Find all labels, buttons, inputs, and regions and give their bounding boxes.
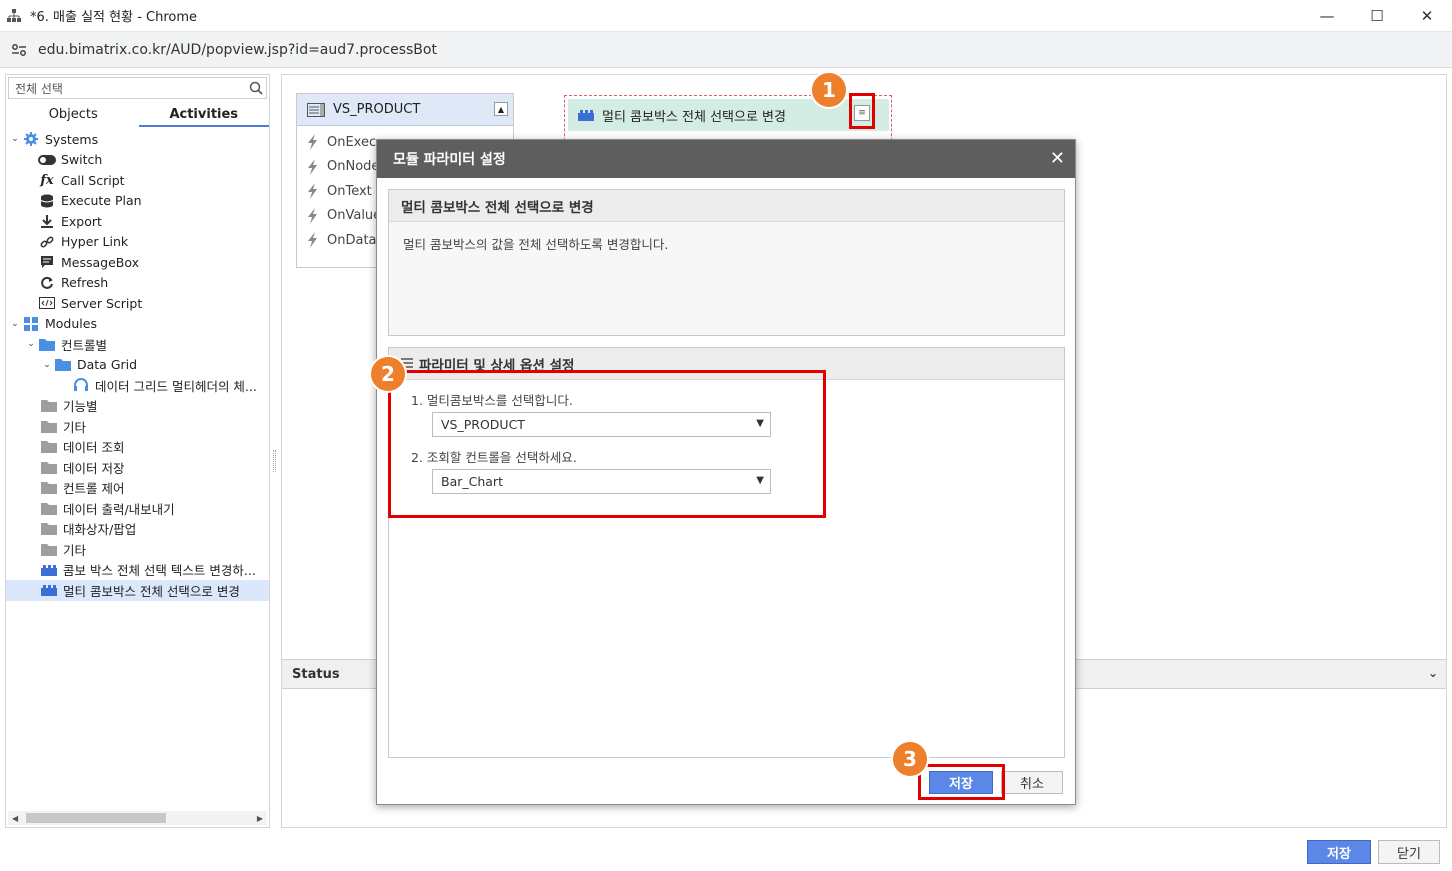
scrollbar-thumb[interactable] [26,813,166,823]
message-icon [38,255,56,269]
horizontal-scrollbar[interactable]: ◀ ▶ [8,811,267,825]
activities-panel: Objects Activities ⌄Systems Switch fxCal… [5,74,270,828]
chevron-down-icon[interactable]: ⌄ [10,319,20,329]
tree-item-by-control[interactable]: ⌄ 컨트롤별 [6,334,269,355]
chevron-down-icon[interactable]: ⌄ [26,339,36,349]
window-title: *6. 매출 실적 현황 - Chrome [30,10,198,25]
grid-icon [22,316,40,331]
tree-item-by-function[interactable]: 기능별 [6,396,269,417]
step-badge-2: 2 [369,355,407,393]
lightning-icon [307,207,319,224]
step-badge-3: 3 [891,740,929,778]
headset-icon [72,378,90,392]
tree-item-dialog-popup[interactable]: 대화상자/팝업 [6,519,269,540]
chevron-down-icon[interactable]: ⌄ [1428,666,1438,680]
lightning-icon [307,232,319,249]
tree-item-grid-multiheader[interactable]: 데이터 그리드 멀티헤더의 체... [6,375,269,396]
close-icon[interactable]: ✕ [1050,148,1065,169]
dialog-cancel-button[interactable]: 취소 [1001,771,1063,794]
maximize-button[interactable]: ☐ [1352,0,1402,32]
search-input[interactable] [9,81,246,95]
tree-item-systems[interactable]: ⌄ Systems [6,129,269,150]
search-box [8,77,267,99]
module-description: 멀티 콤보박스의 값을 전체 선택하도록 변경합니다. [403,237,669,252]
folder-icon [40,522,58,536]
activity-tree: ⌄ Systems Switch fx Call Script Execute Pl… [6,129,269,601]
minimize-button[interactable]: — [1302,0,1352,32]
folder-icon [40,399,58,413]
tree-item-modules[interactable]: ⌄ Modules [6,314,269,335]
object-node-header[interactable]: VS_PRODUCT ▲ [297,94,513,126]
site-settings-icon[interactable] [10,41,28,59]
tree-item-call-script[interactable]: fx Call Script [6,170,269,191]
footer-save-button[interactable]: 저장 [1307,840,1371,864]
folder-icon [40,501,58,515]
module-icon [578,109,594,121]
tree-item-refresh[interactable]: Refresh [6,273,269,294]
toggle-icon [38,153,56,167]
tree-item-combo-select-all-text[interactable]: 콤보 박스 전체 선택 텍스트 변경하... [6,560,269,581]
combobox-icon [307,102,325,117]
tree-item-execute-plan[interactable]: Execute Plan [6,191,269,212]
dialog-title: 모듈 파라미터 설정 [377,140,1075,178]
tree-item-data-query[interactable]: 데이터 조회 [6,437,269,458]
module-info-section: 멀티 콤보박스 전체 선택으로 변경 멀티 콤보박스의 값을 전체 선택하도록 … [388,189,1065,336]
download-icon [38,214,56,229]
address-bar: edu.bimatrix.co.kr/AUD/popview.jsp?id=au… [0,32,1452,68]
collapse-icon[interactable]: ▲ [494,102,508,116]
database-icon [38,194,56,208]
chevron-down-icon[interactable]: ⌄ [10,134,20,144]
url-text[interactable]: edu.bimatrix.co.kr/AUD/popview.jsp?id=au… [38,42,437,58]
tree-item-data-save[interactable]: 데이터 저장 [6,457,269,478]
fx-icon: fx [40,172,54,188]
module-icon [40,563,58,577]
folder-icon [40,419,58,433]
scroll-left-icon[interactable]: ◀ [12,814,18,823]
folder-icon [54,358,72,372]
sitemap-icon [7,8,21,22]
code-icon [38,296,56,310]
folder-icon [40,481,58,495]
folder-icon [38,337,56,351]
tab-activities[interactable]: Activities [138,103,269,127]
tree-item-export[interactable]: Export [6,211,269,232]
chevron-down-icon[interactable]: ⌄ [42,360,52,370]
lightning-icon [307,158,319,175]
link-icon [38,235,56,249]
lightning-icon [307,134,319,151]
module-icon [40,583,58,597]
window-titlebar: *6. 매출 실적 현황 - Chrome — ☐ ✕ [0,0,1452,32]
close-window-button[interactable]: ✕ [1402,0,1452,32]
tab-objects[interactable]: Objects [8,103,139,127]
step-badge-1: 1 [810,71,848,109]
gear-icon [22,132,40,147]
object-node-title: VS_PRODUCT [333,102,421,117]
footer-close-button[interactable]: 닫기 [1378,840,1440,864]
tree-item-multi-combo-select-all[interactable]: 멀티 콤보박스 전체 선택으로 변경 [6,580,269,601]
panel-splitter[interactable] [273,450,276,472]
tree-item-control[interactable]: 컨트롤 제어 [6,478,269,499]
folder-icon [40,542,58,556]
module-node-title: 멀티 콤보박스 전체 선택으로 변경 [602,109,786,125]
section-title: 멀티 콤보박스 전체 선택으로 변경 [389,190,1064,222]
tree-item-server-script[interactable]: Server Script [6,293,269,314]
folder-icon [40,440,58,454]
tree-item-etc[interactable]: 기타 [6,416,269,437]
tree-item-etc-2[interactable]: 기타 [6,539,269,560]
tree-item-messagebox[interactable]: MessageBox [6,252,269,273]
folder-icon [40,460,58,474]
scroll-right-icon[interactable]: ▶ [257,814,263,823]
highlight-box-2 [388,370,826,518]
tree-item-switch[interactable]: Switch [6,150,269,171]
status-label: Status [292,666,340,682]
tree-item-hyper-link[interactable]: Hyper Link [6,232,269,253]
tree-item-data-grid[interactable]: ⌄ Data Grid [6,355,269,376]
highlight-box-1 [849,93,875,129]
highlight-box-3 [918,764,1005,800]
refresh-icon [38,276,56,290]
search-icon[interactable] [246,81,266,95]
lightning-icon [307,183,319,200]
tree-item-data-export[interactable]: 데이터 출력/내보내기 [6,498,269,519]
